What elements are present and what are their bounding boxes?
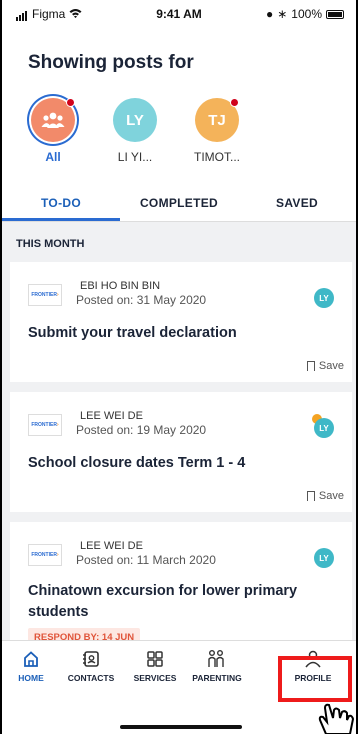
battery-percent: 100% <box>291 7 322 21</box>
save-button[interactable]: Save <box>306 490 344 502</box>
tab-to-do[interactable]: TO-DO <box>2 186 120 221</box>
notification-dot <box>230 98 239 107</box>
profile-selector: All LY LI YI... TJ TIMOT... <box>24 98 246 164</box>
nav-label: PARENTING <box>192 673 242 683</box>
save-label: Save <box>318 490 344 502</box>
avatar: LY <box>113 98 157 142</box>
contacts-icon <box>56 649 126 669</box>
avatar <box>31 98 75 142</box>
grid-icon <box>120 649 190 669</box>
nav-parenting[interactable]: PARENTING <box>182 649 252 683</box>
post-author: EBI HO BIN BIN <box>80 280 161 292</box>
post-author: LEE WEI DE <box>80 410 143 422</box>
nav-services[interactable]: SERVICES <box>120 649 190 683</box>
post-title: Chinatown excursion for lower primary st… <box>28 583 298 620</box>
post-card[interactable]: FRONTIER › EBI HO BIN BIN Posted on: 31 M… <box>10 262 352 382</box>
family-icon <box>182 649 252 669</box>
tab-completed[interactable]: COMPLETED <box>120 186 238 221</box>
bookmark-icon <box>306 361 315 371</box>
tab-saved[interactable]: SAVED <box>238 186 356 221</box>
post-date: Posted on: 31 May 2020 <box>76 293 207 307</box>
child-badge: LY <box>314 288 334 308</box>
nav-label: SERVICES <box>133 673 177 683</box>
post-title: School closure dates Term 1 - 4 <box>28 455 246 471</box>
school-logo: FRONTIER › <box>28 544 62 566</box>
nav-label: CONTACTS <box>67 673 115 683</box>
battery-icon <box>326 9 344 19</box>
bluetooth-icon: ∗ <box>277 7 288 21</box>
child-badge: LY <box>314 418 334 438</box>
post-date: Posted on: 11 March 2020 <box>76 553 216 567</box>
school-logo: FRONTIER › <box>28 414 62 436</box>
group-icon <box>41 112 65 128</box>
home-indicator <box>120 725 242 729</box>
bookmark-icon <box>306 491 315 501</box>
save-button[interactable]: Save <box>306 360 344 372</box>
post-tabs: TO-DO COMPLETED SAVED <box>2 186 356 222</box>
post-card[interactable]: FRONTIER › LEE WEI DE Posted on: 11 March… <box>10 522 352 647</box>
profile-all[interactable]: All <box>24 98 82 164</box>
nav-label: HOME <box>18 673 44 683</box>
profile-label: All <box>45 150 61 164</box>
child-badge: LY <box>314 548 334 568</box>
app-screen: Figma 9:41 AM ● ∗ 100% Showing posts for… <box>0 0 358 734</box>
status-right: ● ∗ 100% <box>266 7 344 21</box>
profile-label: TIMOT... <box>194 150 240 164</box>
highlight-box <box>278 656 352 702</box>
hand-cursor-icon <box>318 703 355 734</box>
status-bar: Figma 9:41 AM ● ∗ 100% <box>2 0 356 28</box>
post-card[interactable]: FRONTIER › LEE WEI DE Posted on: 19 May 2… <box>10 392 352 512</box>
save-label: Save <box>318 360 344 372</box>
notification-dot <box>66 98 75 107</box>
avatar-initials: TJ <box>208 111 226 129</box>
profile-label: LI YI... <box>117 150 153 164</box>
lock-rotation-icon: ● <box>265 7 274 21</box>
section-header: THIS MONTH <box>2 226 356 258</box>
post-date: Posted on: 19 May 2020 <box>76 423 207 437</box>
posts-header: Showing posts for All LY LI YI... TJ TIM… <box>2 28 356 192</box>
nav-contacts[interactable]: CONTACTS <box>56 649 126 683</box>
profile-li-yi[interactable]: LY LI YI... <box>106 98 164 164</box>
school-logo: FRONTIER › <box>28 284 62 306</box>
post-title: Submit your travel declaration <box>28 325 237 341</box>
page-title: Showing posts for <box>28 52 194 73</box>
avatar: TJ <box>195 98 239 142</box>
profile-timothy[interactable]: TJ TIMOT... <box>188 98 246 164</box>
post-author: LEE WEI DE <box>80 540 143 552</box>
